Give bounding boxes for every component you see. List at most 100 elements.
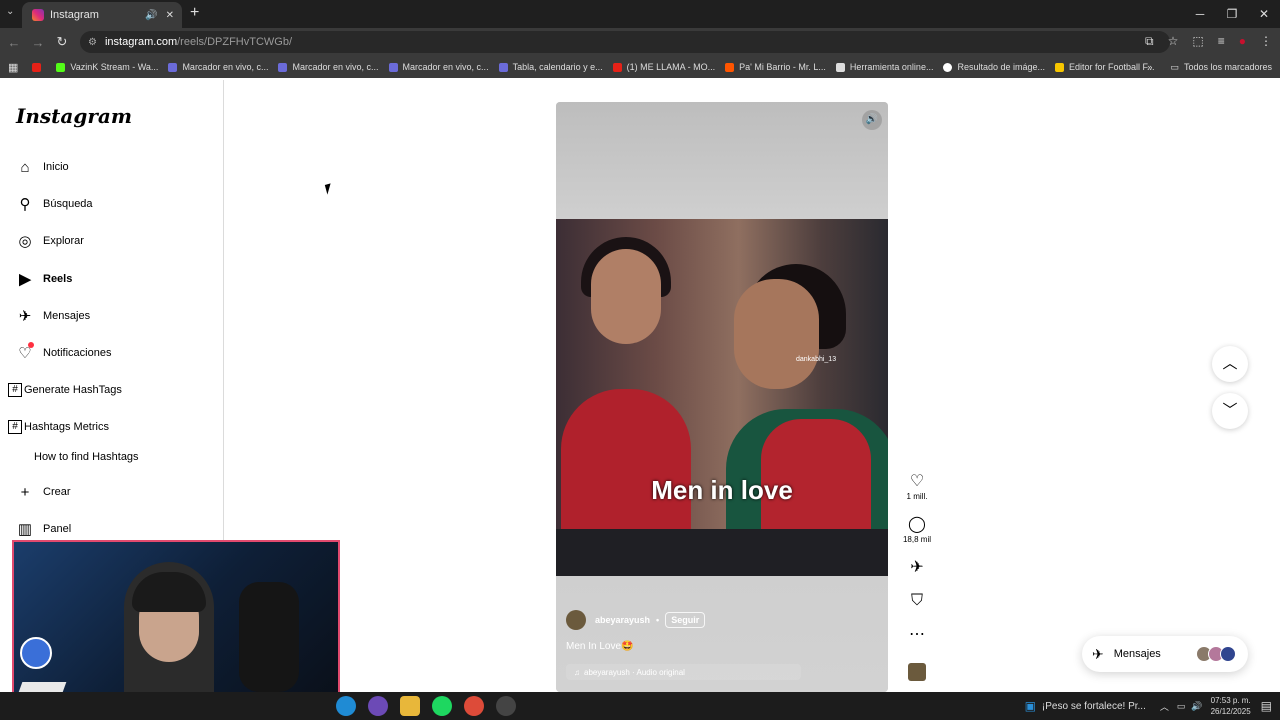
- instagram-logo[interactable]: Instagram: [16, 104, 132, 128]
- generate-hashtags-button[interactable]: # Generate HashTags: [8, 383, 122, 397]
- bookmark-label: Pa' Mi Barrio - Mr. L...: [739, 62, 826, 72]
- url-path: /reels/DPZFHvTCWGb/: [177, 36, 293, 48]
- person-left-face: [591, 249, 661, 344]
- bookmark-3[interactable]: Marcador en vivo, c...: [278, 62, 379, 72]
- system-clock[interactable]: 07:53 p. m. 26/12/2025: [1211, 695, 1251, 717]
- tab-search-icon[interactable]: ⌄: [6, 6, 14, 17]
- sidebar-item-mensajes[interactable]: ✈ Mensajes: [16, 307, 90, 325]
- send-icon: ✈: [18, 308, 32, 325]
- reel-video[interactable]: dankabhi_13 Men in love 🔊 abeyarayush • …: [556, 102, 888, 692]
- bookmark-6[interactable]: (1) ME LLAMA - MO...: [612, 62, 716, 72]
- stream-logo-icon: [20, 637, 52, 669]
- bookmark-youtube[interactable]: [32, 62, 46, 72]
- notifications-icon[interactable]: ▤: [1261, 699, 1272, 713]
- close-tab-icon[interactable]: ✕: [166, 10, 174, 21]
- site-icon: [278, 62, 288, 72]
- author-username[interactable]: abeyarayush: [595, 615, 650, 625]
- sidebar-item-crear[interactable]: + Crear: [16, 483, 71, 501]
- save-button[interactable]: ⛉: [900, 591, 934, 611]
- profile-icon[interactable]: ●: [1239, 34, 1246, 49]
- search-icon: ⚲: [19, 196, 31, 213]
- new-tab-button[interactable]: +: [190, 4, 199, 22]
- media-control-icon[interactable]: ≡: [1218, 34, 1225, 49]
- extensions-icon[interactable]: ⬚: [1192, 34, 1203, 49]
- sidebar-item-panel[interactable]: ▥ Panel: [16, 520, 71, 538]
- forward-button[interactable]: →: [26, 35, 50, 50]
- sidebar-item-label: Mensajes: [43, 310, 91, 322]
- bookmark-label: Herramienta online...: [849, 62, 934, 72]
- youtube-icon: [612, 62, 622, 72]
- volume-tray-icon[interactable]: 🔊: [1191, 701, 1202, 712]
- all-bookmarks-button[interactable]: Todos los marcadores: [1184, 62, 1272, 72]
- messages-pill[interactable]: ✈ Mensajes: [1082, 636, 1248, 672]
- h-icon: [1055, 62, 1065, 72]
- site-info-icon[interactable]: ⚙: [88, 37, 97, 48]
- mouse-cursor: [324, 183, 334, 195]
- menu-icon[interactable]: ⋮: [1260, 34, 1272, 49]
- tab-instagram[interactable]: Instagram 🔊 ✕: [22, 2, 182, 28]
- spotify-icon[interactable]: [432, 696, 452, 716]
- folder-icon[interactable]: [400, 696, 420, 716]
- site-icon: [388, 62, 398, 72]
- apps-grid-icon[interactable]: ▦: [8, 61, 18, 74]
- chrome-icon[interactable]: [464, 696, 484, 716]
- volume-icon[interactable]: 🔊: [862, 110, 882, 130]
- bookmark-label: (1) ME LLAMA - MO...: [626, 62, 716, 72]
- heart-icon: ♡: [909, 473, 925, 490]
- more-bookmarks-icon[interactable]: »: [1147, 62, 1152, 72]
- next-reel-button[interactable]: ﹀: [1212, 393, 1248, 429]
- audio-thumbnail[interactable]: [908, 663, 926, 681]
- bookmark-2[interactable]: Marcador en vivo, c...: [168, 62, 268, 72]
- back-button[interactable]: ←: [2, 35, 26, 50]
- install-app-icon[interactable]: ⧉: [1145, 34, 1154, 49]
- app-icon[interactable]: [496, 696, 516, 716]
- sidebar-item-label: Búsqueda: [43, 198, 93, 210]
- music-note-icon: ♫: [574, 667, 580, 677]
- bookmark-9[interactable]: Resultado de imáge...: [943, 62, 1045, 72]
- minimize-button[interactable]: ─: [1184, 0, 1216, 28]
- bookmark-7[interactable]: Pa' Mi Barrio - Mr. L...: [725, 62, 826, 72]
- comment-button[interactable]: ◯ 18,8 mil: [900, 515, 934, 544]
- follow-button[interactable]: Seguir: [665, 612, 706, 628]
- like-button[interactable]: ♡ 1 mill.: [900, 472, 934, 501]
- previous-reel-button[interactable]: ︿: [1212, 346, 1248, 382]
- more-options-button[interactable]: ⋯: [900, 625, 934, 645]
- author-avatar[interactable]: [566, 610, 586, 630]
- sidebar-item-label: Panel: [43, 523, 72, 535]
- bookmarks-bar: ▦ VazinK Stream - Wa... Marcador en vivo…: [0, 56, 1280, 78]
- bookmark-label: Marcador en vivo, c...: [182, 62, 269, 72]
- sidebar-item-inicio[interactable]: ⌂ Inicio: [16, 158, 69, 176]
- chart-icon: ▥: [17, 521, 33, 538]
- news-headline[interactable]: ¡Peso se fortalece! Pr...: [1042, 701, 1146, 712]
- bookmark-8[interactable]: Herramienta online...: [835, 62, 934, 72]
- network-icon[interactable]: ▭: [1177, 701, 1186, 712]
- sidebar-item-label: Crear: [43, 486, 71, 498]
- reload-button[interactable]: ↻: [50, 34, 74, 50]
- url-field[interactable]: ⚙ instagram.com/reels/DPZFHvTCWGb/: [80, 31, 1170, 53]
- sidebar-item-label: Inicio: [43, 161, 69, 173]
- hashtags-metrics-button[interactable]: # Hashtags Metrics: [8, 420, 109, 434]
- how-to-find-hashtags-link[interactable]: How to find Hashtags: [34, 451, 139, 463]
- bookmark-1[interactable]: VazinK Stream - Wa...: [56, 62, 158, 72]
- reels-icon: ▶: [19, 271, 31, 288]
- reel-audio[interactable]: ♫ abeyarayush · Audio original: [566, 664, 801, 680]
- sidebar-item-notificaciones[interactable]: ♡ Notificaciones: [16, 342, 111, 362]
- avatar: [1220, 646, 1236, 662]
- close-window-button[interactable]: ✕: [1248, 0, 1280, 28]
- sidebar-item-busqueda[interactable]: ⚲ Búsqueda: [16, 195, 93, 213]
- bookmark-star-icon[interactable]: ☆: [1168, 34, 1179, 49]
- tray-chevron-icon[interactable]: ︿: [1160, 700, 1169, 713]
- restore-button[interactable]: ❐: [1216, 0, 1248, 28]
- bookmark-5[interactable]: Tabla, calendario y e...: [498, 62, 603, 72]
- obs-icon[interactable]: [368, 696, 388, 716]
- sidebar-item-explorar[interactable]: ◎ Explorar: [16, 232, 84, 250]
- author-separator: •: [656, 615, 660, 625]
- edge-icon[interactable]: [336, 696, 356, 716]
- kick-icon: [56, 62, 66, 72]
- share-button[interactable]: ✈: [900, 558, 934, 578]
- speaker-icon[interactable]: 🔊: [145, 10, 157, 21]
- bookmark-10[interactable]: Editor for Football F...: [1055, 62, 1155, 72]
- video-frame[interactable]: dankabhi_13: [556, 219, 888, 579]
- sidebar-item-reels[interactable]: ▶ Reels: [16, 270, 72, 288]
- bookmark-4[interactable]: Marcador en vivo, c...: [388, 62, 489, 72]
